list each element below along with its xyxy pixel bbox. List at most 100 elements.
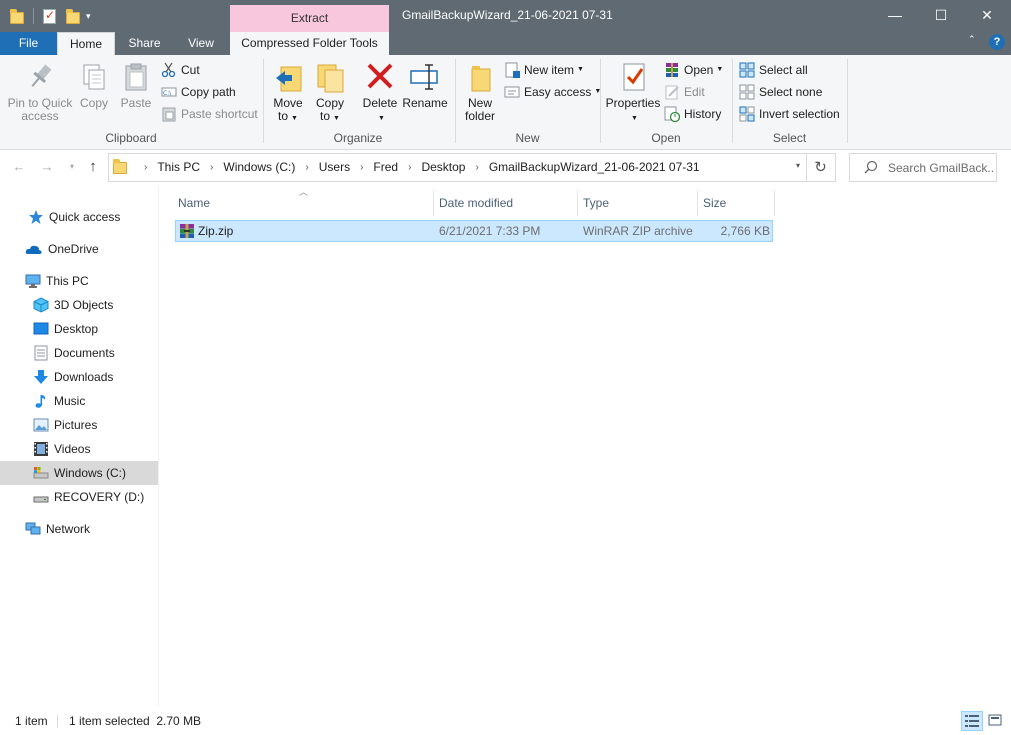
search-box[interactable] — [849, 153, 997, 182]
sidebar-item-pictures[interactable]: Pictures — [0, 413, 158, 437]
sidebar-item-network[interactable]: Network — [0, 517, 158, 541]
large-icons-view-button[interactable] — [985, 711, 1007, 731]
open-button[interactable]: Open ▼ — [664, 61, 723, 79]
copy-icon — [78, 61, 110, 93]
sidebar-item-onedrive[interactable]: OneDrive — [0, 237, 158, 261]
minimize-button[interactable]: — — [872, 0, 918, 32]
column-divider[interactable] — [774, 190, 775, 216]
history-button[interactable]: History — [664, 105, 721, 123]
help-icon[interactable]: ? — [989, 34, 1005, 50]
properties-icon[interactable] — [43, 8, 56, 24]
sidebar-item-3d-objects[interactable]: 3D Objects — [0, 293, 158, 317]
sidebar-item-windows-c[interactable]: Windows (C:) — [0, 461, 158, 485]
copy-path-button[interactable]: C:\ Copy path — [161, 83, 236, 101]
copy-path-icon: C:\ — [161, 84, 177, 100]
new-item-button[interactable]: New item ▼ — [504, 61, 584, 79]
tab-share[interactable]: Share — [116, 32, 173, 55]
details-view-button[interactable] — [961, 711, 983, 731]
tab-home[interactable]: Home — [57, 32, 115, 55]
breadcrumb-current-folder[interactable]: GmailBackupWizard_21-06-2021 07-31 — [489, 154, 700, 181]
title-bar: ▾ Extract GmailBackupWizard_21-06-2021 0… — [0, 0, 1011, 32]
properties-button[interactable]: Properties ▼ — [603, 61, 663, 125]
breadcrumb-desktop[interactable]: Desktop — [421, 154, 465, 181]
search-input[interactable] — [888, 158, 994, 178]
tab-compressed-folder-tools[interactable]: Compressed Folder Tools — [230, 32, 389, 55]
sidebar-item-downloads[interactable]: Downloads — [0, 365, 158, 389]
file-name[interactable]: Zip.zip — [198, 221, 233, 241]
paste-button[interactable]: Paste — [118, 61, 154, 110]
column-header-date-modified[interactable]: Date modified — [433, 189, 577, 217]
move-to-button[interactable]: Move to ▼ — [268, 61, 308, 125]
sidebar-item-this-pc[interactable]: This PC — [0, 269, 158, 293]
group-separator — [847, 59, 848, 143]
breadcrumb-separator-icon: › — [144, 162, 148, 173]
new-folder-button[interactable]: New folder — [460, 61, 500, 123]
invert-selection-button[interactable]: Invert selection — [739, 105, 840, 123]
back-arrow-icon[interactable]: ← — [10, 158, 28, 176]
svg-text:C:\: C:\ — [163, 90, 172, 97]
sidebar-item-recovery-d[interactable]: RECOVERY (D:) — [0, 485, 158, 509]
easy-access-button[interactable]: Easy access ▼ — [504, 83, 601, 101]
customize-toolbar-icon[interactable]: ▾ — [86, 11, 91, 22]
new-item-icon — [504, 62, 520, 78]
delete-button[interactable]: Delete ▼ — [360, 61, 400, 125]
move-to-icon — [272, 61, 304, 93]
recent-locations-chevron-icon[interactable]: ▾ — [63, 158, 81, 176]
column-header-size[interactable]: Size — [697, 189, 773, 217]
maximize-button[interactable]: ☐ — [918, 0, 964, 32]
copy-to-button[interactable]: Copy to ▼ — [310, 61, 350, 125]
delete-x-icon — [364, 61, 396, 93]
forward-arrow-icon[interactable]: → — [38, 158, 56, 176]
breadcrumb-users[interactable]: Users — [319, 154, 350, 181]
sidebar-item-label: RECOVERY (D:) — [54, 490, 145, 504]
copy-label: Copy — [79, 96, 108, 110]
winrar-archive-icon — [179, 223, 195, 242]
rename-button[interactable]: Rename — [402, 61, 448, 110]
sidebar-item-label: Windows (C:) — [54, 466, 127, 480]
ribbon: Pin to Quick access Copy Paste Cut C:\ C… — [0, 55, 1011, 150]
address-bar[interactable]: › This PC › Windows (C:) › Users › Fred … — [108, 153, 807, 182]
sidebar-item-label: Desktop — [54, 322, 99, 336]
address-dropdown-icon[interactable]: ▾ — [796, 161, 800, 170]
tab-file[interactable]: File — [0, 32, 57, 55]
column-header-type[interactable]: Type — [577, 189, 697, 217]
breadcrumb-separator-icon[interactable]: › — [360, 154, 363, 181]
expand-ribbon-icon[interactable]: ⌃ — [968, 34, 976, 45]
select-none-button[interactable]: Select none — [739, 83, 822, 101]
breadcrumb-fred[interactable]: Fred — [373, 154, 398, 181]
breadcrumb-this-pc[interactable]: This PC — [157, 154, 200, 181]
sidebar-item-label: Music — [54, 394, 86, 408]
breadcrumb-separator-icon[interactable]: › — [210, 154, 213, 181]
sidebar-item-label: 3D Objects — [54, 298, 114, 312]
sidebar-item-label: Pictures — [54, 418, 98, 432]
sidebar-item-desktop[interactable]: Desktop — [0, 317, 158, 341]
breadcrumb-separator-icon[interactable]: › — [475, 154, 478, 181]
tab-view[interactable]: View — [173, 32, 229, 55]
sidebar-item-label: Quick access — [49, 210, 121, 224]
refresh-button[interactable]: ↻ — [806, 153, 836, 182]
copy-button[interactable]: Copy — [76, 61, 112, 110]
history-clock-icon — [664, 106, 681, 123]
new-folder-icon[interactable] — [66, 8, 80, 24]
select-all-button[interactable]: Select all — [739, 61, 808, 79]
winrar-open-icon — [664, 62, 680, 78]
column-header-name[interactable]: Name — [172, 189, 434, 217]
sidebar-item-label: Downloads — [54, 370, 114, 384]
up-arrow-icon[interactable]: ↑ — [84, 158, 102, 176]
cut-button[interactable]: Cut — [161, 61, 200, 79]
sidebar-item-music[interactable]: Music — [0, 389, 158, 413]
paste-shortcut-button[interactable]: Paste shortcut — [161, 105, 258, 123]
sidebar-item-quick-access[interactable]: Quick access — [0, 205, 158, 229]
sidebar-item-documents[interactable]: Documents — [0, 341, 158, 365]
close-button[interactable]: ✕ — [964, 0, 1010, 32]
sidebar-item-videos[interactable]: Videos — [0, 437, 158, 461]
table-row[interactable]: Zip.zip 6/21/2021 7:33 PM WinRAR ZIP arc… — [175, 220, 773, 242]
breadcrumb-separator-icon[interactable]: › — [408, 154, 411, 181]
move-to-label-line2: to ▼ — [278, 109, 298, 123]
edit-button[interactable]: Edit — [664, 83, 705, 101]
pin-to-quick-access-button[interactable]: Pin to Quick access — [6, 61, 74, 123]
navigation-pane: Quick access OneDrive This PC 3D Objects… — [0, 185, 159, 706]
breadcrumb-windows-c[interactable]: Windows (C:) — [223, 154, 295, 181]
drive-icon — [33, 489, 49, 505]
breadcrumb-separator-icon[interactable]: › — [305, 154, 308, 181]
